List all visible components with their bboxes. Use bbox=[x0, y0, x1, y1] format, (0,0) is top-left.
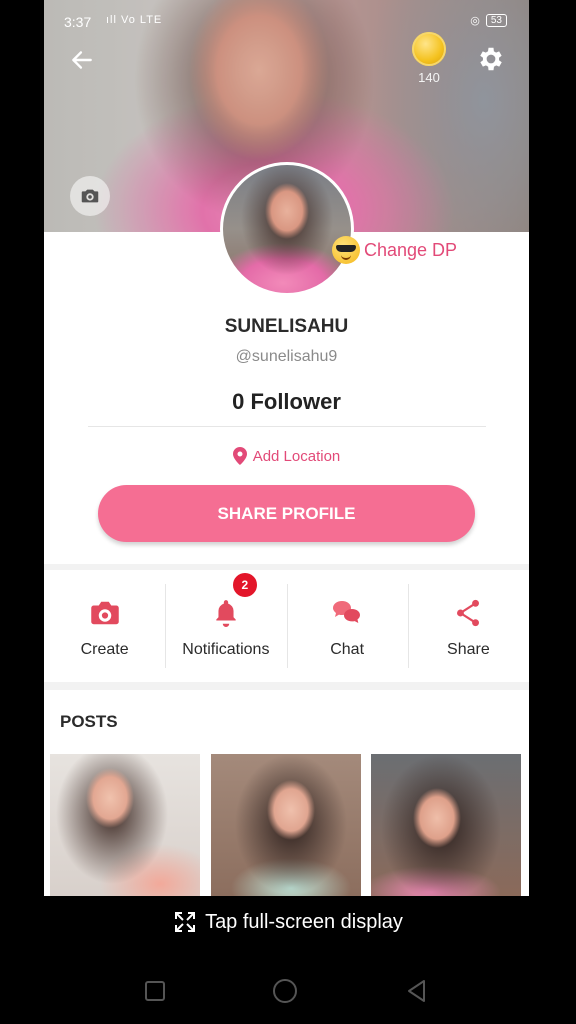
edit-cover-button[interactable] bbox=[70, 176, 110, 216]
change-dp-button[interactable]: Change DP bbox=[332, 236, 457, 264]
profile-avatar[interactable] bbox=[220, 162, 354, 296]
gear-icon bbox=[480, 47, 502, 71]
action-bar: Create 2 Notifications Chat Share bbox=[44, 570, 529, 682]
app-screen: 3:37 ıll Vo LTE ◎ 53 140 Change DP SUNEL… bbox=[44, 0, 529, 896]
add-location-label: Add Location bbox=[252, 447, 341, 465]
home-icon[interactable] bbox=[272, 978, 298, 1004]
status-bar: 3:37 ıll Vo LTE ◎ 53 bbox=[44, 10, 529, 36]
posts-section: POSTS bbox=[44, 690, 529, 896]
signal-indicator: ıll Vo LTE bbox=[106, 14, 163, 26]
notification-badge: 2 bbox=[230, 571, 259, 599]
back-button[interactable] bbox=[66, 44, 98, 76]
notifications-label: Notifications bbox=[182, 641, 270, 658]
fullscreen-icon bbox=[175, 912, 196, 932]
sunglasses-emoji-icon bbox=[332, 236, 360, 264]
create-label: Create bbox=[80, 641, 129, 658]
camera-icon bbox=[90, 601, 119, 625]
fullscreen-tip-label: Tap full-screen display bbox=[205, 910, 403, 933]
coin-icon[interactable] bbox=[412, 32, 446, 66]
profile-name: SUNELISAHU bbox=[224, 316, 349, 337]
share-profile-button[interactable]: SHARE PROFILE bbox=[98, 485, 475, 542]
add-location-button[interactable]: Add Location bbox=[44, 447, 529, 465]
fullscreen-tip[interactable]: Tap full-screen display bbox=[0, 910, 576, 934]
share-label: Share bbox=[447, 641, 490, 658]
back-triangle-icon[interactable] bbox=[404, 978, 430, 1004]
arrow-left-icon bbox=[72, 51, 92, 69]
divider bbox=[88, 426, 486, 427]
post-thumbnail[interactable] bbox=[50, 754, 200, 896]
profile-handle: @sunelisahu9 bbox=[235, 348, 338, 365]
status-time: 3:37 bbox=[64, 14, 92, 30]
recent-apps-icon[interactable] bbox=[142, 978, 168, 1004]
settings-button[interactable] bbox=[476, 44, 506, 74]
share-icon bbox=[457, 599, 480, 627]
notifications-button[interactable]: 2 Notifications bbox=[165, 570, 286, 682]
camera-icon bbox=[81, 189, 99, 203]
coin-count: 140 bbox=[418, 70, 440, 85]
share-button[interactable]: Share bbox=[407, 570, 529, 682]
system-nav-bar bbox=[0, 960, 576, 1020]
post-thumbnail[interactable] bbox=[211, 754, 361, 896]
follower-count[interactable]: 0 Follower bbox=[44, 389, 529, 415]
chat-bubbles-icon bbox=[333, 601, 361, 623]
change-dp-label: Change DP bbox=[364, 239, 458, 260]
create-button[interactable]: Create bbox=[44, 570, 165, 682]
location-status-icon: ◎ bbox=[470, 15, 480, 27]
location-pin-icon bbox=[232, 447, 247, 465]
post-thumbnail[interactable] bbox=[371, 754, 521, 896]
chat-label: Chat bbox=[330, 641, 365, 658]
chat-button[interactable]: Chat bbox=[286, 570, 408, 682]
status-icons: ◎ 53 bbox=[470, 14, 507, 27]
bell-icon bbox=[216, 600, 236, 627]
posts-title: POSTS bbox=[60, 712, 118, 731]
battery-icon: 53 bbox=[485, 14, 507, 27]
